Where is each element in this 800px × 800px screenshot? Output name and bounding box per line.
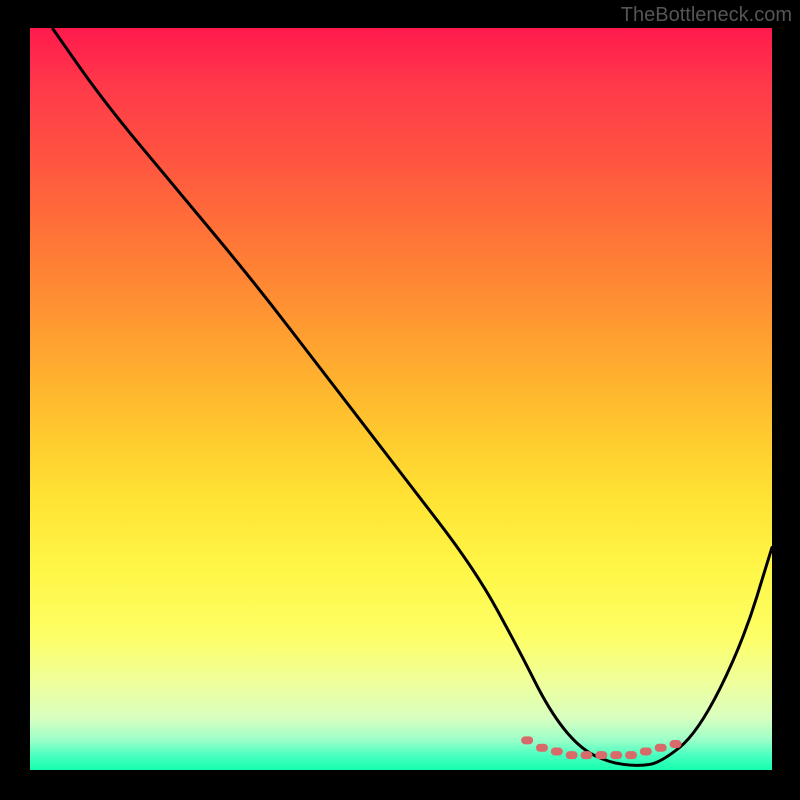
optimal-marker — [566, 751, 578, 759]
optimal-marker — [595, 751, 607, 759]
optimal-marker — [655, 744, 667, 752]
bottleneck-curve-path — [52, 28, 772, 765]
optimal-marker — [625, 751, 637, 759]
optimal-range-markers — [521, 736, 681, 759]
bottleneck-curve — [52, 28, 772, 765]
optimal-marker — [640, 747, 652, 755]
optimal-marker — [581, 751, 593, 759]
watermark-text: TheBottleneck.com — [621, 4, 792, 27]
optimal-marker — [536, 744, 548, 752]
chart-svg — [30, 28, 772, 770]
optimal-marker — [670, 740, 682, 748]
optimal-marker — [610, 751, 622, 759]
optimal-marker — [521, 736, 533, 744]
chart-plot-area — [30, 28, 772, 770]
optimal-marker — [551, 747, 563, 755]
